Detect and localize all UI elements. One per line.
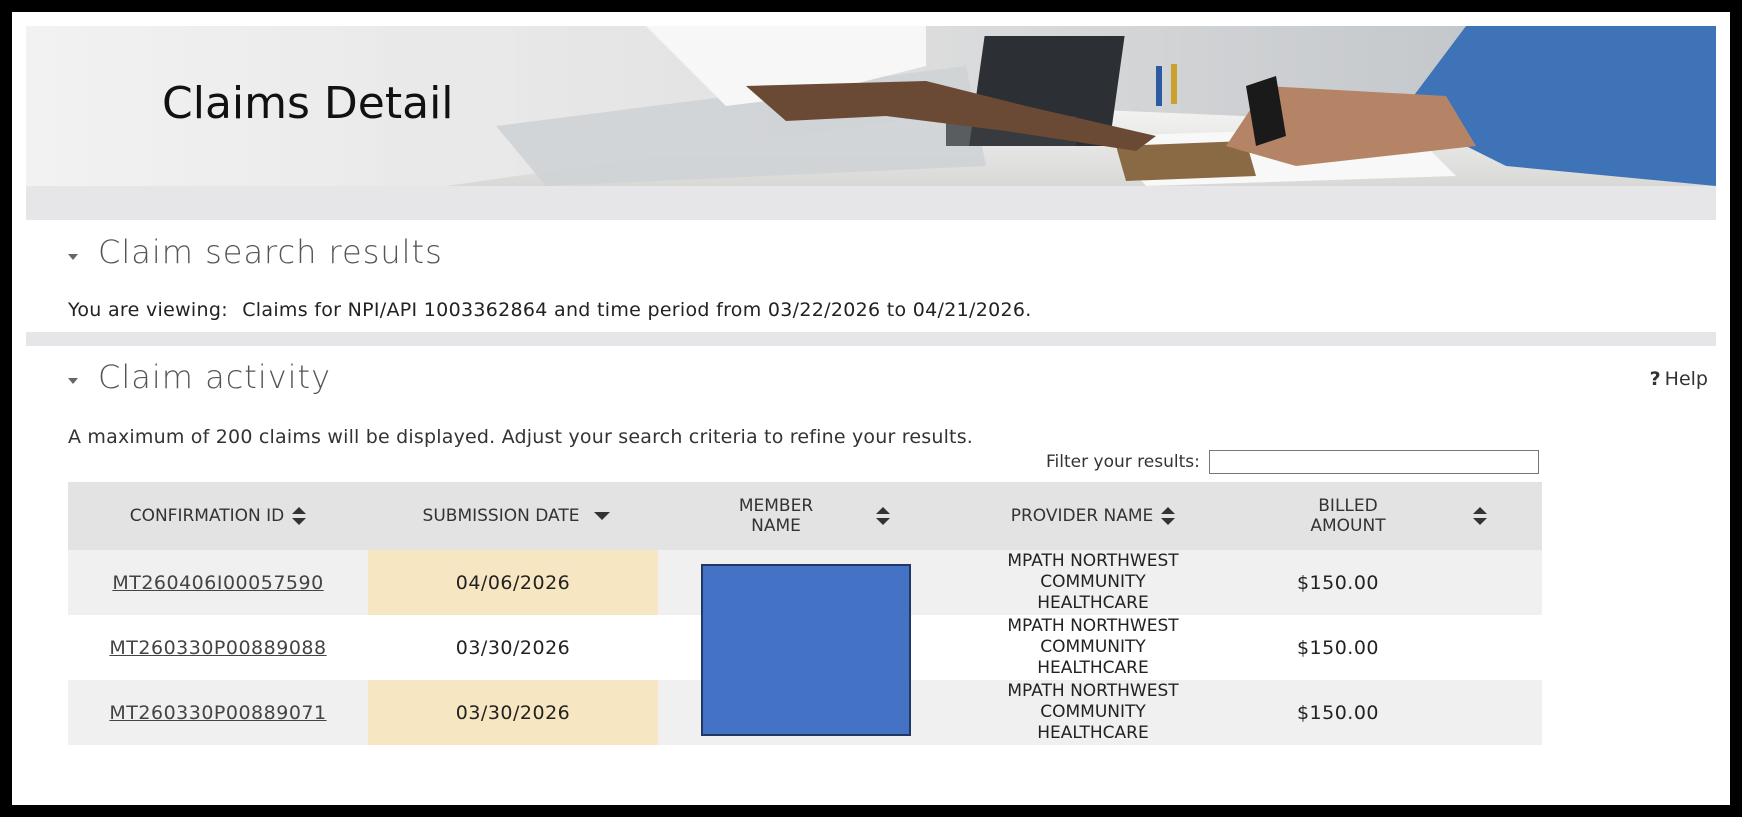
max-claims-notice: A maximum of 200 claims will be displaye… bbox=[68, 426, 974, 448]
sort-icon[interactable] bbox=[292, 507, 307, 525]
sort-icon[interactable] bbox=[1161, 507, 1176, 525]
help-label: Help bbox=[1664, 368, 1708, 390]
viewing-text: Claims for NPI/API 1003362864 and time p… bbox=[242, 299, 1032, 321]
submission-date-cell: 03/30/2026 bbox=[455, 636, 571, 659]
column-header-submission-date[interactable]: SUBMISSION DATE bbox=[368, 482, 658, 550]
submission-date-cell: 04/06/2026 bbox=[368, 550, 658, 615]
billed-amount-cell: $150.00 bbox=[1296, 701, 1380, 724]
page-banner: Claims Detail bbox=[26, 26, 1716, 186]
help-icon: ? bbox=[1649, 368, 1661, 390]
claim-search-results-title[interactable]: Claim search results bbox=[98, 233, 443, 271]
confirmation-id-link[interactable]: MT260330P00889088 bbox=[109, 637, 326, 659]
claim-activity-title[interactable]: Claim activity bbox=[98, 358, 331, 396]
billed-amount-cell: $150.00 bbox=[1296, 571, 1380, 594]
submission-date-cell: 03/30/2026 bbox=[368, 680, 658, 745]
page-content: Claims Detail Claim search results You a… bbox=[26, 26, 1716, 791]
column-header-confirmation-id[interactable]: CONFIRMATION ID bbox=[68, 482, 368, 550]
viewing-label: You are viewing: bbox=[68, 299, 228, 321]
provider-name-cell: MPATH NORTHWEST COMMUNITY HEALTHCARE bbox=[1007, 681, 1179, 743]
screenshot-inner-border: Claims Detail Claim search results You a… bbox=[12, 12, 1730, 805]
sort-icon[interactable] bbox=[1473, 507, 1487, 525]
divider-band bbox=[26, 186, 1716, 220]
confirmation-id-link[interactable]: MT260406I00057590 bbox=[112, 572, 323, 594]
claim-search-results-section: Claim search results You are viewing: Cl… bbox=[26, 220, 1716, 332]
divider-band bbox=[26, 332, 1716, 346]
collapse-caret-icon[interactable] bbox=[68, 378, 78, 384]
confirmation-id-link[interactable]: MT260330P00889071 bbox=[109, 702, 326, 724]
provider-name-cell: MPATH NORTHWEST COMMUNITY HEALTHCARE bbox=[1007, 551, 1179, 613]
help-link[interactable]: ? Help bbox=[1650, 368, 1708, 390]
column-header-billed-amount[interactable]: BILLED AMOUNT bbox=[1238, 482, 1542, 550]
column-header-provider-name[interactable]: PROVIDER NAME bbox=[948, 482, 1238, 550]
filter-label: Filter your results: bbox=[1046, 452, 1200, 472]
column-header-member-name[interactable]: MEMBER NAME bbox=[658, 482, 948, 550]
member-name-redaction bbox=[701, 564, 911, 736]
claim-activity-section: Claim activity ? Help A maximum of 200 cl… bbox=[26, 346, 1716, 791]
billed-amount-cell: $150.00 bbox=[1296, 636, 1380, 659]
provider-name-cell: MPATH NORTHWEST COMMUNITY HEALTHCARE bbox=[1007, 616, 1179, 678]
page-title: Claims Detail bbox=[162, 78, 454, 129]
viewing-summary: You are viewing: Claims for NPI/API 1003… bbox=[68, 299, 1032, 321]
sort-icon[interactable] bbox=[876, 507, 890, 525]
confirmation-id-cell: MT260330P00889088 bbox=[68, 615, 368, 680]
confirmation-id-cell: MT260406I00057590 bbox=[68, 550, 368, 615]
confirmation-id-cell: MT260330P00889071 bbox=[68, 680, 368, 745]
collapse-caret-icon[interactable] bbox=[68, 254, 78, 260]
screenshot-frame: Claims Detail Claim search results You a… bbox=[6, 6, 1736, 811]
table-header: CONFIRMATION ID SUBMISSION DATE MEMBER N… bbox=[68, 482, 1542, 550]
sort-desc-icon[interactable] bbox=[594, 512, 610, 520]
filter-input[interactable] bbox=[1209, 450, 1539, 474]
